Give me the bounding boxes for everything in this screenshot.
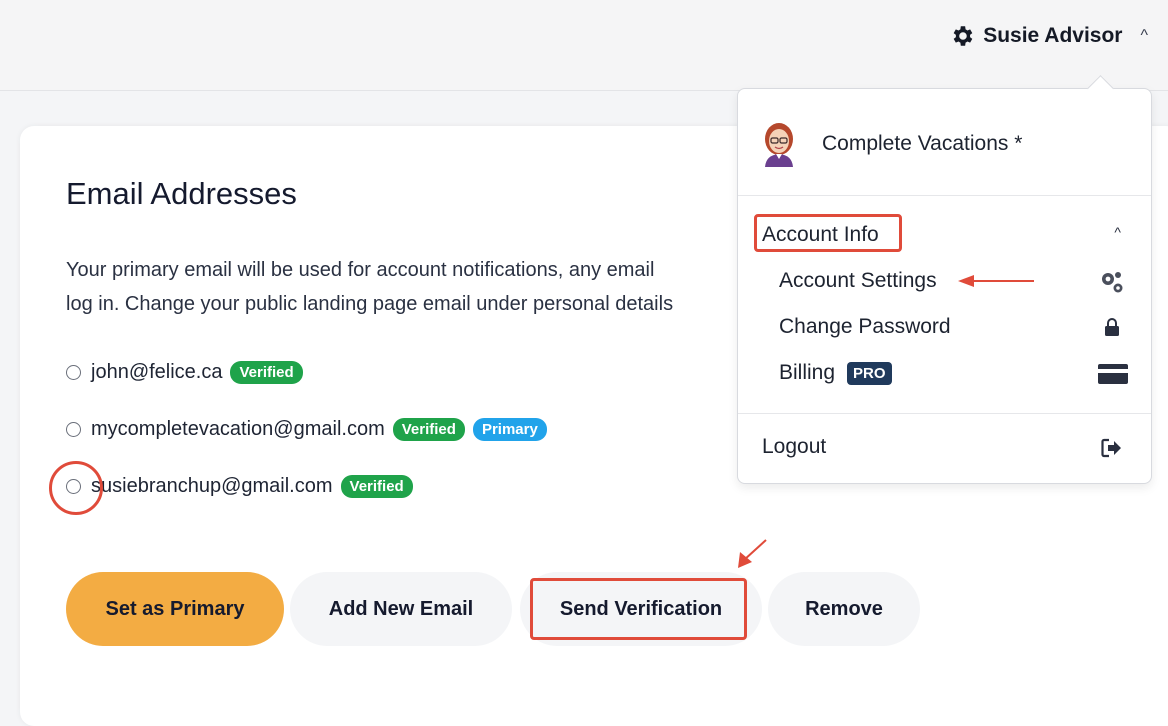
logout-button[interactable]: Logout [762, 431, 1132, 463]
chevron-up-icon: ^ [1114, 224, 1121, 240]
email-address: susiebranchup@gmail.com [91, 474, 333, 497]
email-row[interactable]: mycompletevacation@gmail.com Verified Pr… [66, 414, 547, 444]
email-address: mycompletevacation@gmail.com [91, 417, 385, 440]
email-row[interactable]: susiebranchup@gmail.com Verified [66, 471, 413, 501]
verified-badge: Verified [340, 474, 413, 498]
menu-item-change-password[interactable]: Change Password [779, 311, 1139, 343]
lock-icon [1099, 314, 1125, 340]
pro-badge: PRO [847, 361, 892, 385]
user-name: Susie Advisor [983, 24, 1123, 47]
avatar [762, 121, 796, 167]
gears-icon [1099, 269, 1125, 295]
verified-badge: Verified [230, 360, 303, 384]
email-address: john@felice.ca [91, 360, 223, 383]
menu-item-label: Billing [779, 361, 836, 384]
annotation-circle [49, 461, 103, 515]
section-title: Email Addresses [66, 176, 297, 211]
company-switcher[interactable]: Complete Vacations * [762, 119, 1022, 169]
annotation-box [530, 578, 747, 640]
primary-badge: Primary [472, 417, 547, 441]
gear-icon [949, 23, 975, 49]
top-bar: Susie Advisor ^ [0, 0, 1168, 91]
set-as-primary-button[interactable]: Set as Primary [66, 572, 284, 646]
company-name: Complete Vacations * [822, 132, 1023, 155]
user-menu-toggle[interactable]: Susie Advisor ^ [949, 22, 1148, 50]
email-row[interactable]: john@felice.ca Verified [66, 357, 303, 387]
email-radio[interactable] [66, 364, 81, 380]
verified-badge: Verified [392, 417, 465, 441]
remove-button[interactable]: Remove [768, 572, 920, 646]
annotation-arrow [738, 539, 767, 568]
divider [738, 195, 1151, 196]
credit-card-icon [1097, 361, 1129, 387]
account-dropdown-menu: Complete Vacations * Account Info ^ Acco… [737, 75, 1152, 484]
logout-label: Logout [762, 435, 827, 458]
menu-item-label: Account Settings [779, 269, 937, 292]
menu-item-label: Change Password [779, 315, 951, 338]
menu-item-billing[interactable]: Billing PRO [779, 357, 1139, 389]
divider [738, 413, 1151, 414]
logout-icon [1099, 435, 1125, 461]
email-radio[interactable] [66, 421, 81, 437]
annotation-box [754, 214, 902, 252]
chevron-up-icon: ^ [1140, 27, 1148, 44]
add-new-email-button[interactable]: Add New Email [290, 572, 512, 646]
annotation-arrow [958, 275, 1034, 287]
